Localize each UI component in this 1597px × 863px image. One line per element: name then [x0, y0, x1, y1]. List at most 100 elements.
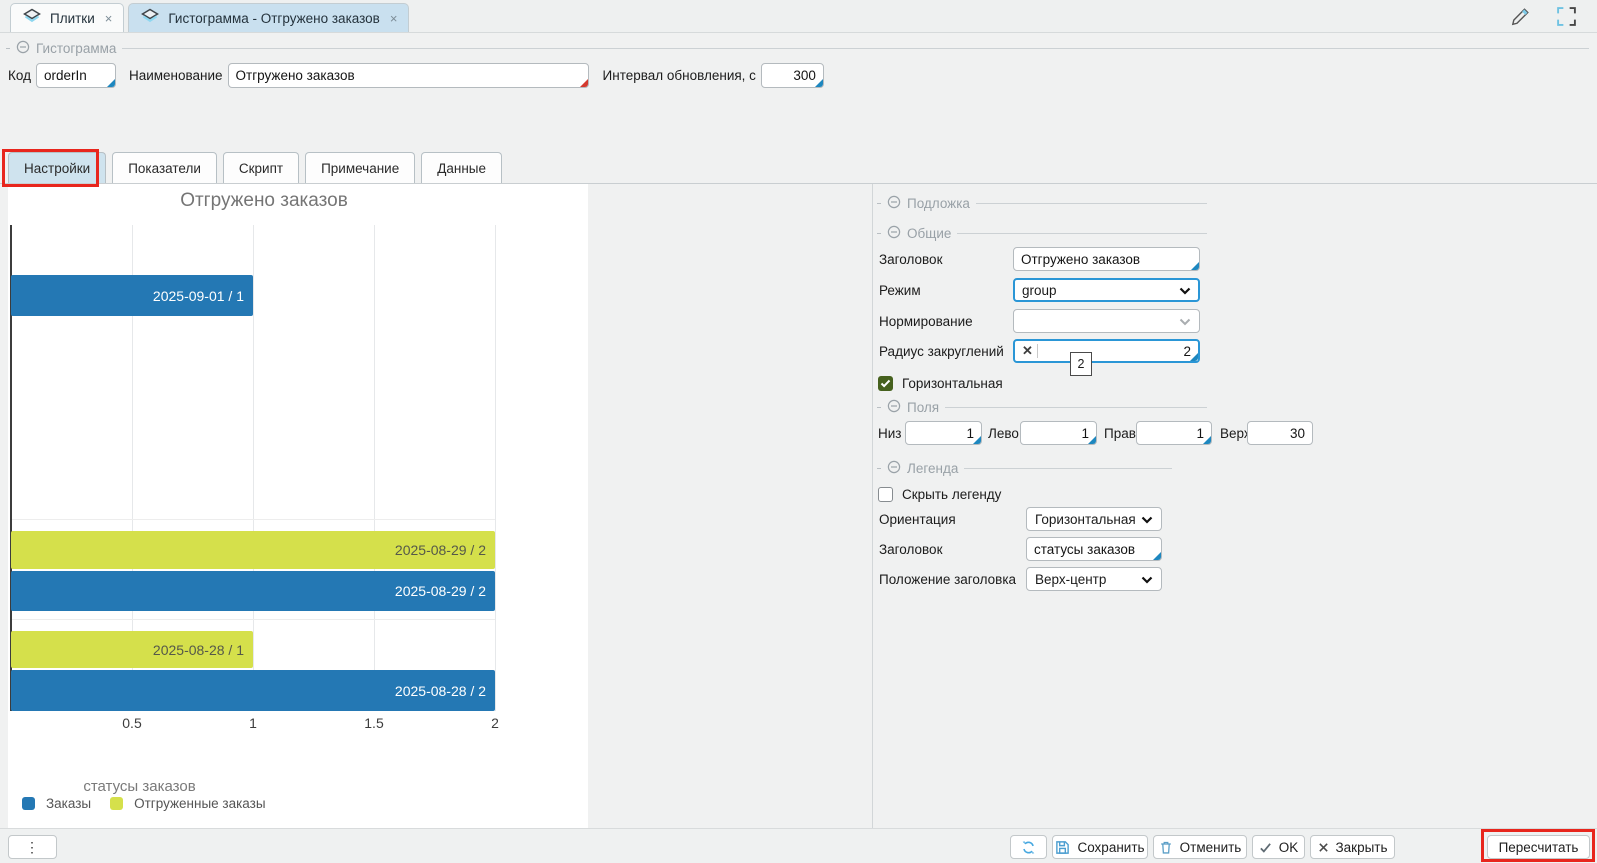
legend-orientation-select[interactable]: Горизонтальная	[1026, 507, 1162, 531]
x-axis-tick-label: 2	[473, 715, 517, 731]
radius-drag-tooltip: 2	[1070, 352, 1092, 376]
radius-field-wrap: ✕	[1013, 339, 1200, 363]
interval-label: Интервал обновления, с	[603, 68, 756, 83]
legend-swatch	[110, 797, 123, 810]
collapse-section-icon[interactable]	[887, 195, 901, 212]
collapse-section-icon[interactable]	[887, 399, 901, 416]
tab-settings[interactable]: Настройки	[8, 152, 106, 183]
edit-icon[interactable]	[1510, 5, 1532, 30]
window-tab-histogram[interactable]: Гистограмма - Отгружено заказов×	[128, 3, 409, 32]
window-tab-label: Плитки	[50, 11, 95, 26]
chart-bar: 2025-08-29 / 2	[11, 571, 495, 611]
margin-bottom-label: Низ	[878, 426, 901, 441]
layers-icon	[22, 8, 42, 28]
histogram-header-group: Гистограмма Код Наименование Интервал об…	[0, 33, 1597, 143]
margin-left-wrap	[1020, 421, 1097, 445]
legend-title-label: Заголовок	[879, 542, 942, 557]
tab-indicators[interactable]: Показатели	[112, 152, 217, 183]
legend-title-input[interactable]	[1034, 542, 1154, 557]
recalculate-button[interactable]: Пересчитать	[1487, 835, 1590, 859]
margin-bottom-wrap	[905, 421, 982, 445]
window-tab-tiles[interactable]: Плитки ×	[10, 3, 124, 32]
more-actions-button[interactable]: ⋮	[8, 835, 57, 859]
collapse-section-icon[interactable]	[887, 460, 901, 477]
section-title: Гистограмма	[36, 41, 116, 56]
chart-bar: 2025-09-01 / 1	[11, 275, 253, 316]
margin-left-input[interactable]	[1028, 426, 1089, 441]
code-input[interactable]	[44, 68, 108, 83]
close-button[interactable]: Закрыть	[1310, 835, 1395, 859]
margin-right-input[interactable]	[1144, 426, 1204, 441]
section-title: Поля	[907, 400, 939, 415]
margin-left-label: Лево	[988, 426, 1019, 441]
tab-note[interactable]: Примечание	[305, 152, 415, 183]
refresh-icon	[1021, 840, 1036, 855]
legend-item[interactable]: Заказы	[22, 796, 91, 811]
normalization-select[interactable]	[1013, 309, 1200, 333]
window-tab-strip: Плитки×Гистограмма - Отгружено заказов×	[0, 0, 1597, 33]
layers-icon	[140, 8, 160, 28]
chart-title-input[interactable]	[1021, 252, 1192, 267]
margin-bottom-input[interactable]	[913, 426, 974, 441]
x-axis-tick-label: 0.5	[110, 715, 154, 731]
button-label: Сохранить	[1077, 840, 1144, 855]
kebab-icon: ⋮	[25, 839, 40, 856]
section-title: Подложка	[907, 196, 970, 211]
interval-input[interactable]	[769, 68, 816, 83]
hide-legend-label: Скрыть легенду	[902, 487, 1001, 502]
mode-select[interactable]: group	[1013, 278, 1200, 302]
refresh-button[interactable]	[1010, 835, 1047, 859]
x-axis-tick-label: 1	[231, 715, 275, 731]
check-icon	[1259, 841, 1272, 854]
section-title: Легенда	[907, 461, 958, 476]
cancel-button[interactable]: Отменить	[1153, 835, 1247, 859]
button-label: Отменить	[1180, 840, 1242, 855]
button-label: Пересчитать	[1499, 840, 1579, 855]
section-title: Общие	[907, 226, 951, 241]
hide-legend-checkbox[interactable]	[878, 487, 893, 502]
collapse-section-icon[interactable]	[887, 225, 901, 242]
name-input[interactable]	[236, 68, 581, 83]
chart-legend-title: статусы заказов	[22, 778, 257, 795]
divider	[122, 48, 1589, 49]
clear-icon[interactable]: ✕	[1022, 343, 1033, 359]
chart-bar: 2025-08-28 / 1	[11, 631, 253, 668]
save-button[interactable]: Сохранить	[1052, 835, 1148, 859]
tab-content: Отгружено заказов 2025-09-01 / 1 2025-08-…	[0, 184, 1597, 828]
chevron-down-icon	[1141, 512, 1153, 527]
margin-right-wrap	[1136, 421, 1212, 445]
normalization-label: Нормирование	[879, 314, 973, 329]
fullscreen-icon[interactable]	[1556, 6, 1577, 30]
chart-gridline	[11, 619, 495, 620]
interval-field-wrap	[761, 63, 824, 88]
margin-top-input[interactable]	[1255, 426, 1305, 441]
close-tab-icon[interactable]: ×	[105, 11, 113, 26]
code-label: Код	[8, 68, 31, 83]
collapse-section-icon[interactable]	[16, 40, 30, 57]
chart-gridline	[253, 225, 254, 711]
chart-panel: Отгружено заказов 2025-09-01 / 1 2025-08-…	[8, 184, 588, 828]
mode-label: Режим	[879, 283, 921, 298]
name-label: Наименование	[129, 68, 223, 83]
legend-item-label: Заказы	[46, 796, 91, 811]
legend-title-position-select[interactable]: Верх-центр	[1026, 567, 1162, 591]
legend-orientation-value: Горизонтальная	[1035, 512, 1136, 527]
legend-title-position-value: Верх-центр	[1035, 572, 1106, 587]
save-icon	[1055, 840, 1070, 855]
settings-tab-bar: НастройкиПоказателиСкриптПримечаниеДанны…	[0, 151, 1597, 184]
close-tab-icon[interactable]: ×	[390, 11, 398, 26]
divider	[6, 48, 10, 49]
code-field-wrap	[36, 63, 116, 88]
name-field-wrap	[228, 63, 589, 88]
ok-button[interactable]: OK	[1252, 835, 1305, 859]
radius-input[interactable]	[1042, 344, 1191, 359]
chart-gridline	[374, 225, 375, 711]
horizontal-checkbox[interactable]	[878, 376, 893, 391]
chart-title: Отгружено заказов	[14, 190, 514, 212]
text-cursor	[1037, 344, 1038, 358]
tab-script[interactable]: Скрипт	[223, 152, 299, 183]
legend-item[interactable]: Отгруженные заказы	[110, 796, 265, 811]
chart-bar: 2025-08-29 / 2	[11, 531, 495, 569]
tab-data[interactable]: Данные	[421, 152, 502, 183]
trash-icon	[1159, 840, 1173, 855]
